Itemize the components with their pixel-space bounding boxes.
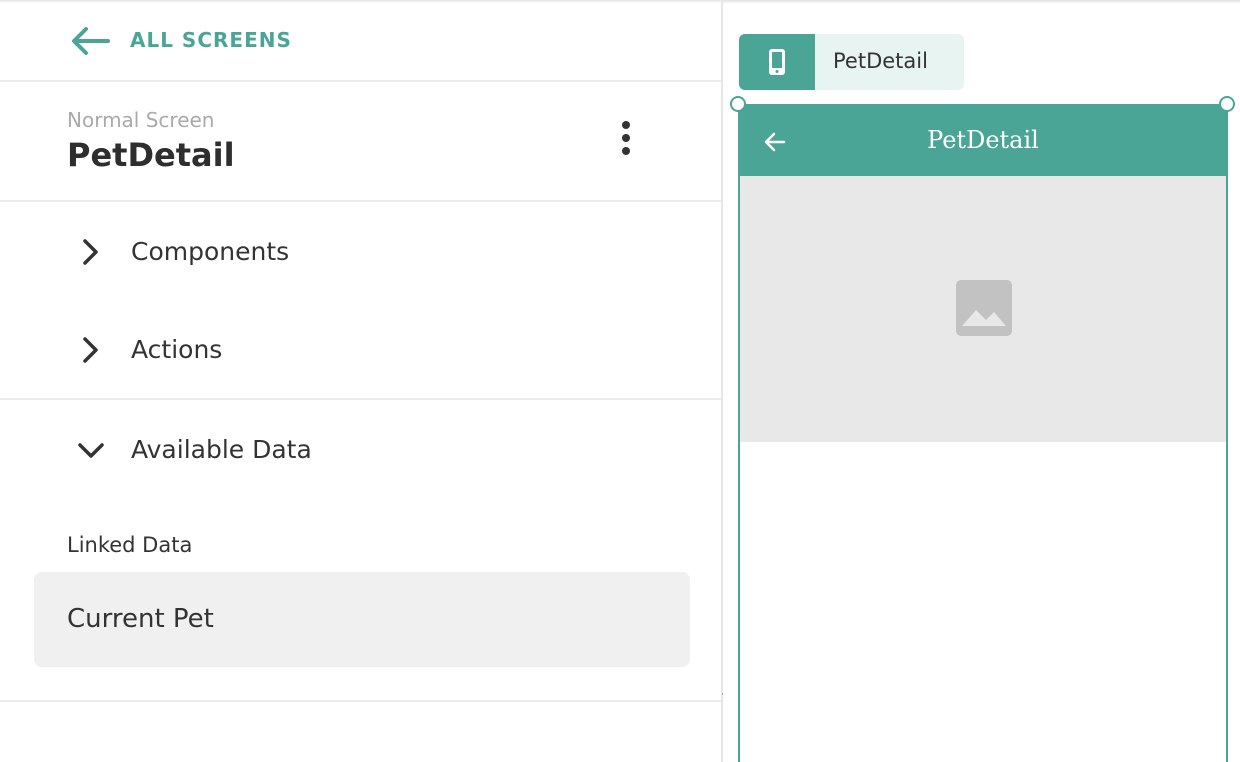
screen-name-title: PetDetail — [67, 136, 235, 174]
divider — [0, 700, 721, 702]
linked-data-heading: Linked Data — [67, 533, 193, 557]
phone-preview[interactable]: PetDetail — [738, 104, 1228, 762]
more-vertical-icon[interactable] — [612, 120, 640, 160]
section-components[interactable]: Components — [0, 202, 721, 302]
chevron-right-icon — [83, 239, 98, 265]
screen-type-label: Normal Screen — [67, 108, 215, 132]
section-actions[interactable]: Actions — [0, 300, 721, 400]
top-shadow — [723, 0, 1240, 4]
chevron-right-icon — [83, 337, 98, 363]
screen-sidebar: ALL SCREENS Normal Screen PetDetail Comp… — [0, 0, 723, 762]
all-screens-nav: ALL SCREENS — [0, 0, 721, 82]
resize-handle-top-left[interactable] — [730, 96, 746, 112]
section-label: Components — [131, 237, 290, 266]
device-badge — [739, 34, 815, 90]
all-screens-link[interactable]: ALL SCREENS — [130, 28, 292, 52]
screen-tag[interactable]: PetDetail — [739, 34, 964, 90]
screen-canvas: PetDetail PetDetail — [723, 0, 1240, 762]
linked-data-item[interactable]: Current Pet — [34, 572, 690, 667]
screen-tag-name: PetDetail — [833, 49, 928, 73]
phone-icon — [769, 49, 785, 75]
section-label: Actions — [131, 335, 223, 364]
resize-handle-top-right[interactable] — [1219, 96, 1235, 112]
app-bar-title: PetDetail — [927, 126, 1039, 154]
image-placeholder-icon — [956, 280, 1012, 336]
section-label: Available Data — [131, 435, 312, 464]
back-arrow-icon[interactable] — [70, 26, 110, 56]
screen-header: Normal Screen PetDetail — [0, 82, 721, 202]
section-available-data[interactable]: Available Data — [0, 400, 721, 500]
app-bar: PetDetail — [740, 106, 1226, 176]
linked-data-item-label: Current Pet — [67, 604, 214, 634]
chevron-down-icon — [78, 443, 104, 458]
image-placeholder[interactable] — [740, 176, 1226, 442]
